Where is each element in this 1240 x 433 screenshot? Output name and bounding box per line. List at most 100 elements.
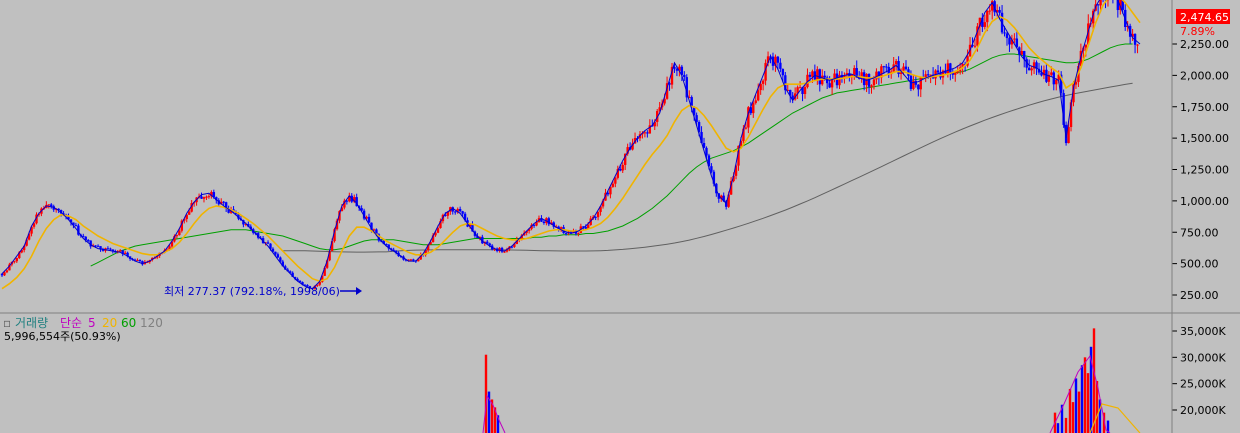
candle-body bbox=[123, 252, 127, 254]
candle-body bbox=[988, 10, 991, 12]
candle-body bbox=[274, 251, 277, 255]
price-tick-label: 1,000.00 bbox=[1180, 195, 1229, 208]
candle-body bbox=[596, 211, 600, 218]
volume-bar bbox=[1074, 378, 1078, 433]
candle-body bbox=[200, 196, 203, 199]
candle-body bbox=[865, 73, 868, 86]
candle-body bbox=[926, 74, 930, 76]
candle-body bbox=[776, 56, 780, 63]
volume-bar bbox=[1064, 417, 1068, 433]
candle-body bbox=[998, 9, 1001, 13]
candle-body bbox=[803, 87, 807, 95]
candle-body bbox=[367, 216, 371, 223]
volume-tick-label: 20,000K bbox=[1180, 404, 1226, 417]
candle-body bbox=[885, 66, 888, 68]
candle-body bbox=[569, 231, 573, 233]
candle-body bbox=[811, 71, 814, 77]
candle-body bbox=[705, 147, 708, 156]
candle-body bbox=[621, 164, 624, 171]
candle-body bbox=[15, 258, 18, 262]
candle-body bbox=[611, 183, 615, 187]
current-price-badge: 2,474.65 bbox=[1176, 9, 1230, 24]
candle-body bbox=[917, 84, 920, 90]
candle-body bbox=[710, 166, 713, 172]
price-tick-label: 500.00 bbox=[1180, 258, 1219, 271]
legend-ma5: 5 bbox=[88, 316, 96, 330]
volume-tick-label: 35,000K bbox=[1180, 325, 1226, 338]
candle-body bbox=[781, 68, 785, 76]
candle-body bbox=[409, 259, 413, 261]
candle-body bbox=[276, 254, 280, 258]
candle-body bbox=[919, 76, 922, 90]
candle-body bbox=[867, 73, 871, 87]
candle-body bbox=[1027, 67, 1031, 71]
candle-body bbox=[823, 75, 826, 78]
candle-body bbox=[754, 100, 757, 103]
candle-body bbox=[96, 245, 100, 247]
candle-body bbox=[757, 90, 760, 101]
candle-body bbox=[458, 209, 462, 212]
candle-body bbox=[1055, 79, 1058, 85]
volume-bar bbox=[1071, 402, 1075, 433]
candle-body bbox=[205, 196, 208, 198]
price-tick-label: 1,750.00 bbox=[1180, 101, 1229, 114]
candle-body bbox=[798, 87, 802, 89]
candle-body bbox=[119, 250, 122, 252]
volume-summary: 5,996,554주(50.93%) bbox=[4, 330, 121, 343]
candle-body bbox=[109, 248, 112, 250]
candle-body bbox=[188, 211, 191, 215]
candle-body bbox=[138, 259, 142, 262]
price-tick-label: 1,500.00 bbox=[1180, 132, 1229, 145]
candle-body bbox=[983, 22, 987, 27]
volume-tick-label: 30,000K bbox=[1180, 351, 1226, 364]
candle-body bbox=[695, 115, 698, 123]
candle-body bbox=[619, 168, 622, 171]
candle-body bbox=[882, 66, 886, 68]
legend-ma120: 120 bbox=[140, 316, 163, 330]
candle-body bbox=[47, 204, 51, 206]
candle-body bbox=[542, 221, 546, 224]
candle-body bbox=[862, 72, 866, 86]
candle-body bbox=[904, 66, 908, 70]
candle-body bbox=[1136, 44, 1139, 46]
candle-body bbox=[816, 69, 819, 80]
candle-body bbox=[1084, 44, 1088, 48]
candle-body bbox=[87, 240, 90, 242]
legend-ma60: 60 bbox=[121, 316, 136, 330]
candle-body bbox=[50, 204, 53, 207]
candle-body bbox=[178, 230, 181, 236]
volume-bar bbox=[1068, 388, 1072, 433]
current-price: 2,474.65 bbox=[1180, 11, 1229, 24]
candle-body bbox=[808, 74, 812, 77]
candle-body bbox=[643, 132, 647, 134]
candle-body bbox=[106, 248, 110, 250]
candle-body bbox=[461, 211, 464, 214]
candle-body bbox=[761, 80, 765, 84]
price-tick-label: 750.00 bbox=[1180, 226, 1219, 239]
candle-body bbox=[5, 270, 9, 273]
candle-body bbox=[1099, 0, 1102, 6]
candle-body bbox=[1020, 51, 1023, 55]
candle-body bbox=[1030, 68, 1033, 71]
low-annotation: 최저 277.37 (792.18%, 1998/06) bbox=[164, 285, 340, 298]
volume-bar bbox=[1092, 328, 1096, 433]
candle-body bbox=[614, 177, 617, 184]
candle-body bbox=[74, 225, 78, 227]
volume-tick-label: 25,000K bbox=[1180, 378, 1226, 391]
candle-body bbox=[1013, 38, 1016, 40]
volume-bar bbox=[1077, 391, 1081, 433]
legend-type: 단순 bbox=[60, 316, 82, 330]
candle-body bbox=[503, 251, 506, 253]
candle-body bbox=[175, 235, 179, 237]
candle-body bbox=[1045, 69, 1048, 82]
price-tick-label: 1,250.00 bbox=[1180, 164, 1229, 177]
candle-body bbox=[744, 127, 748, 129]
candle-body bbox=[870, 85, 873, 87]
stock-chart: 250.00 500.00 750.00 1,000.00 1,250.00 1,500.… bbox=[0, 0, 1240, 433]
candle-body bbox=[1005, 33, 1009, 39]
legend-title: 거래량 bbox=[15, 316, 48, 330]
price-tick-label: 2,000.00 bbox=[1180, 69, 1229, 82]
candle-body bbox=[486, 241, 489, 244]
candle-body bbox=[779, 62, 782, 69]
volume-bar bbox=[1083, 357, 1087, 433]
